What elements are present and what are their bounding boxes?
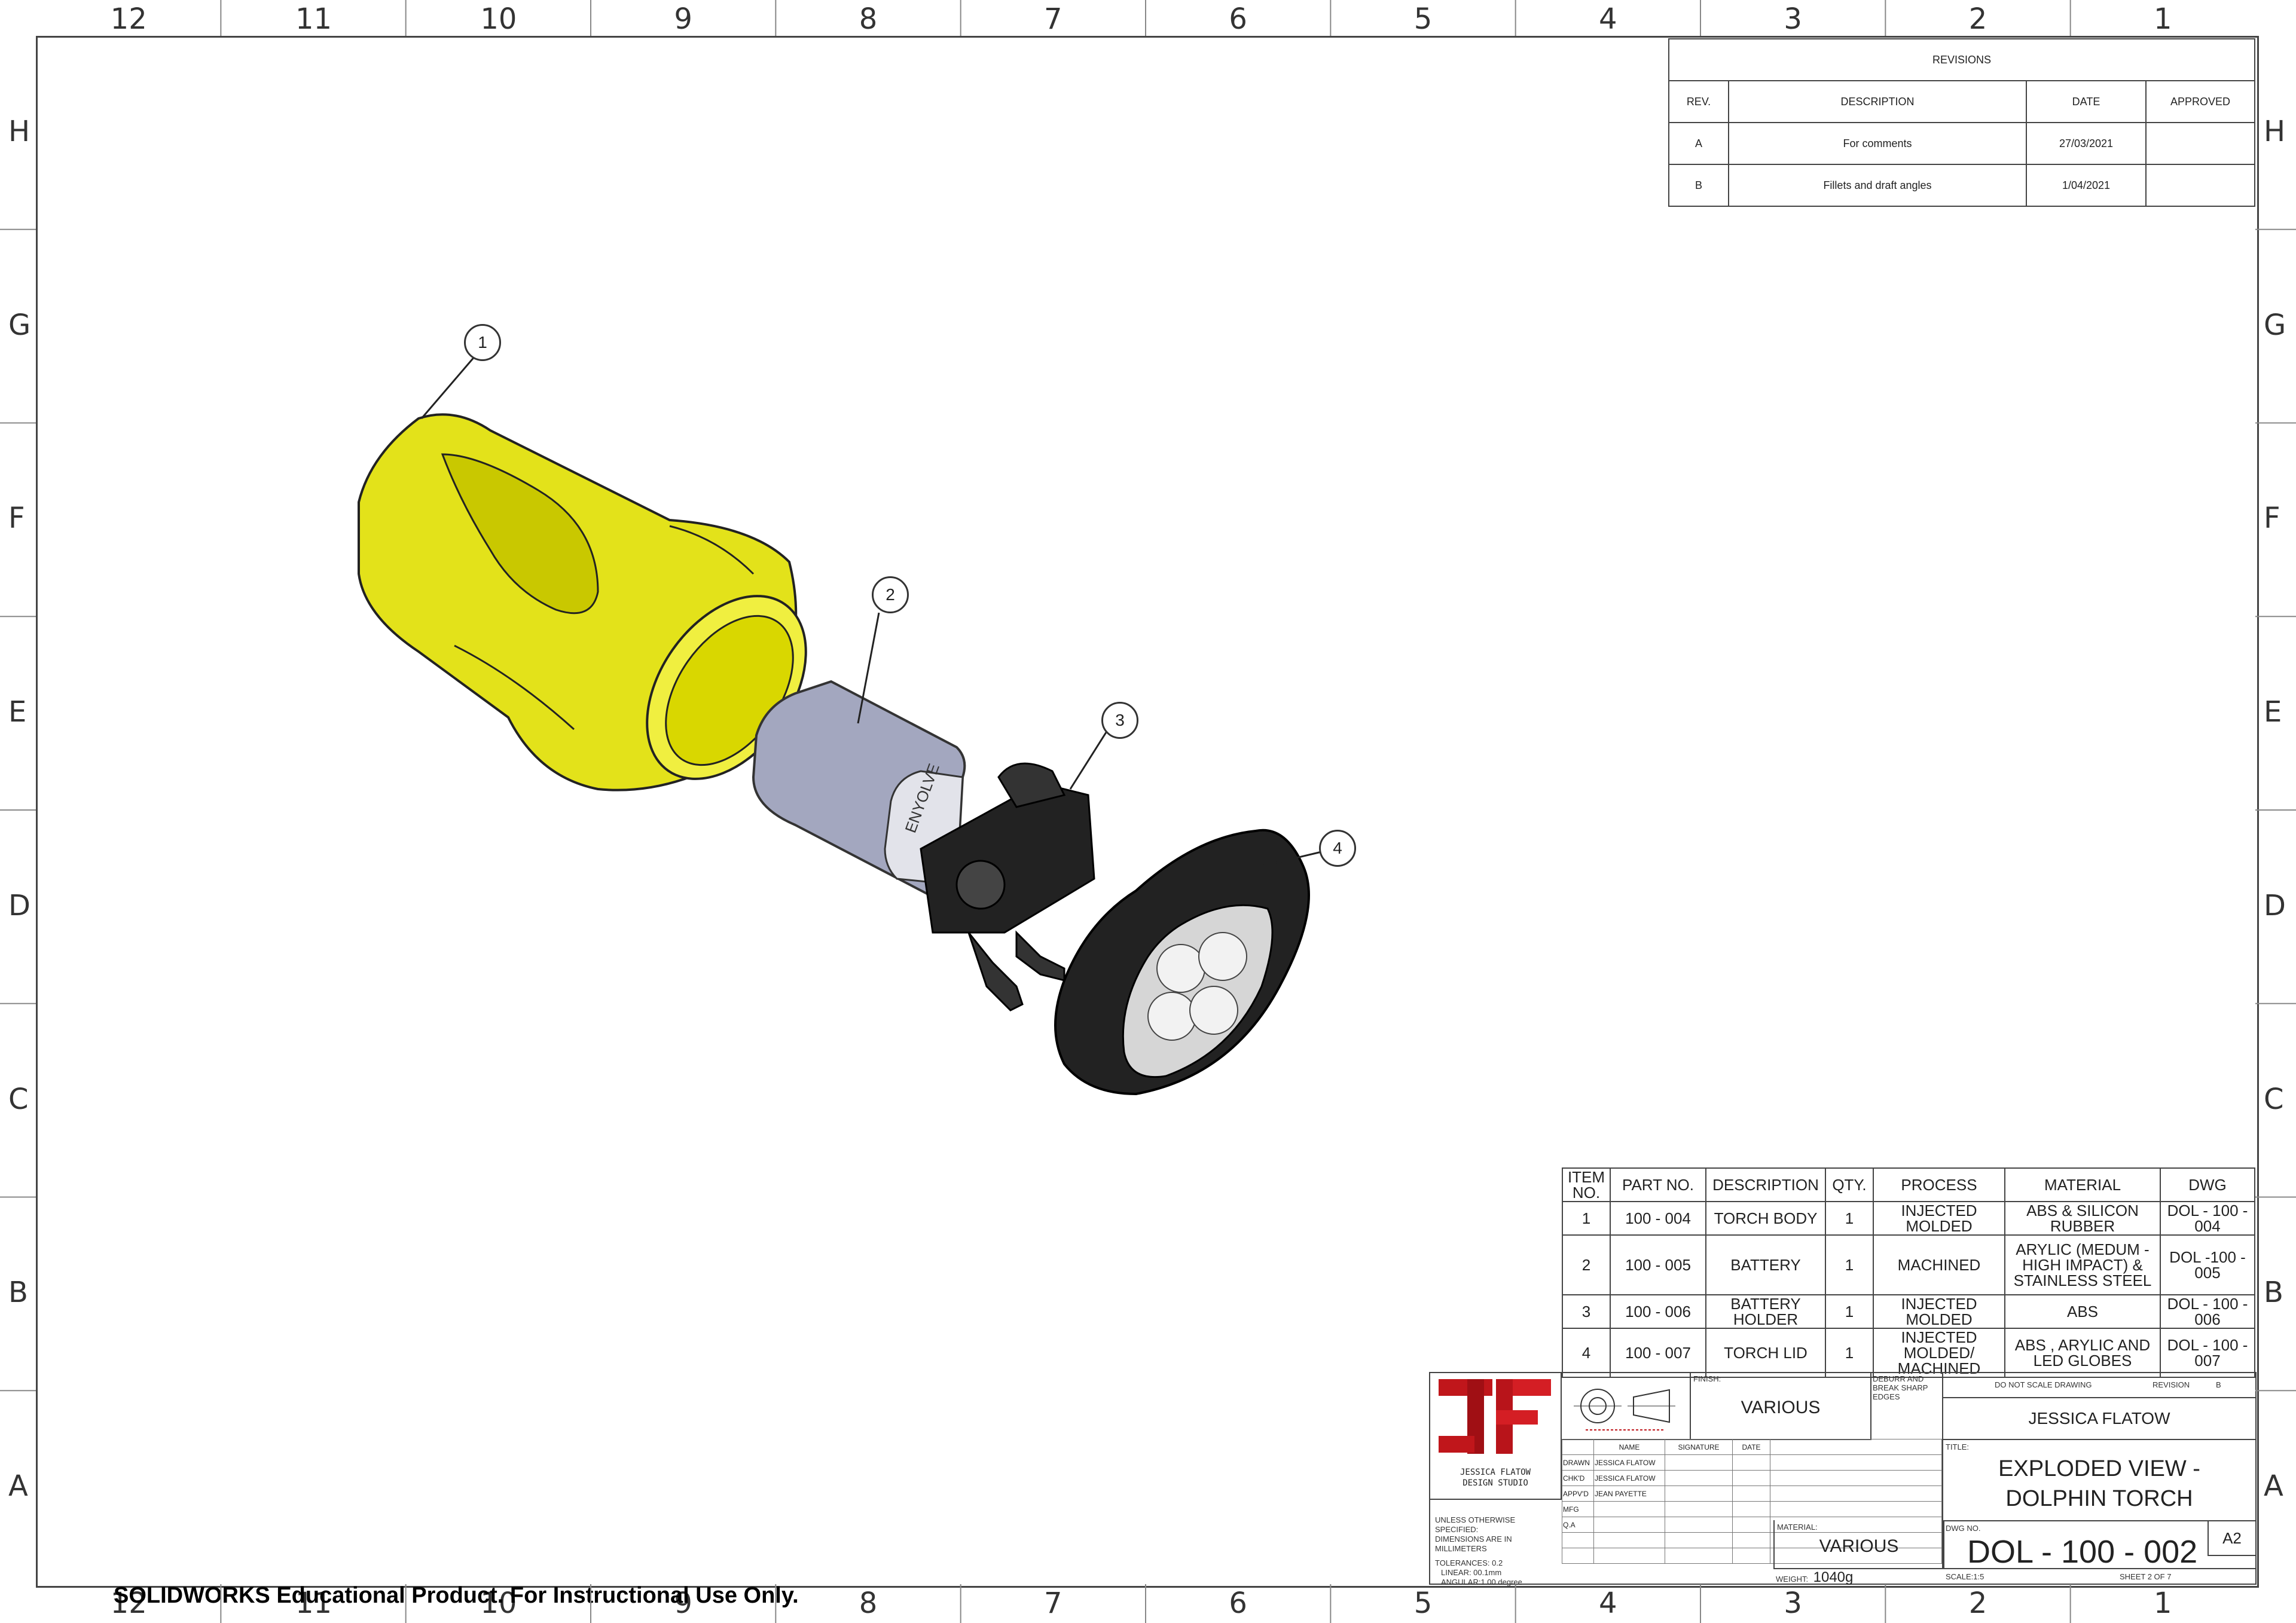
zone-ticks (0, 0, 2296, 1623)
